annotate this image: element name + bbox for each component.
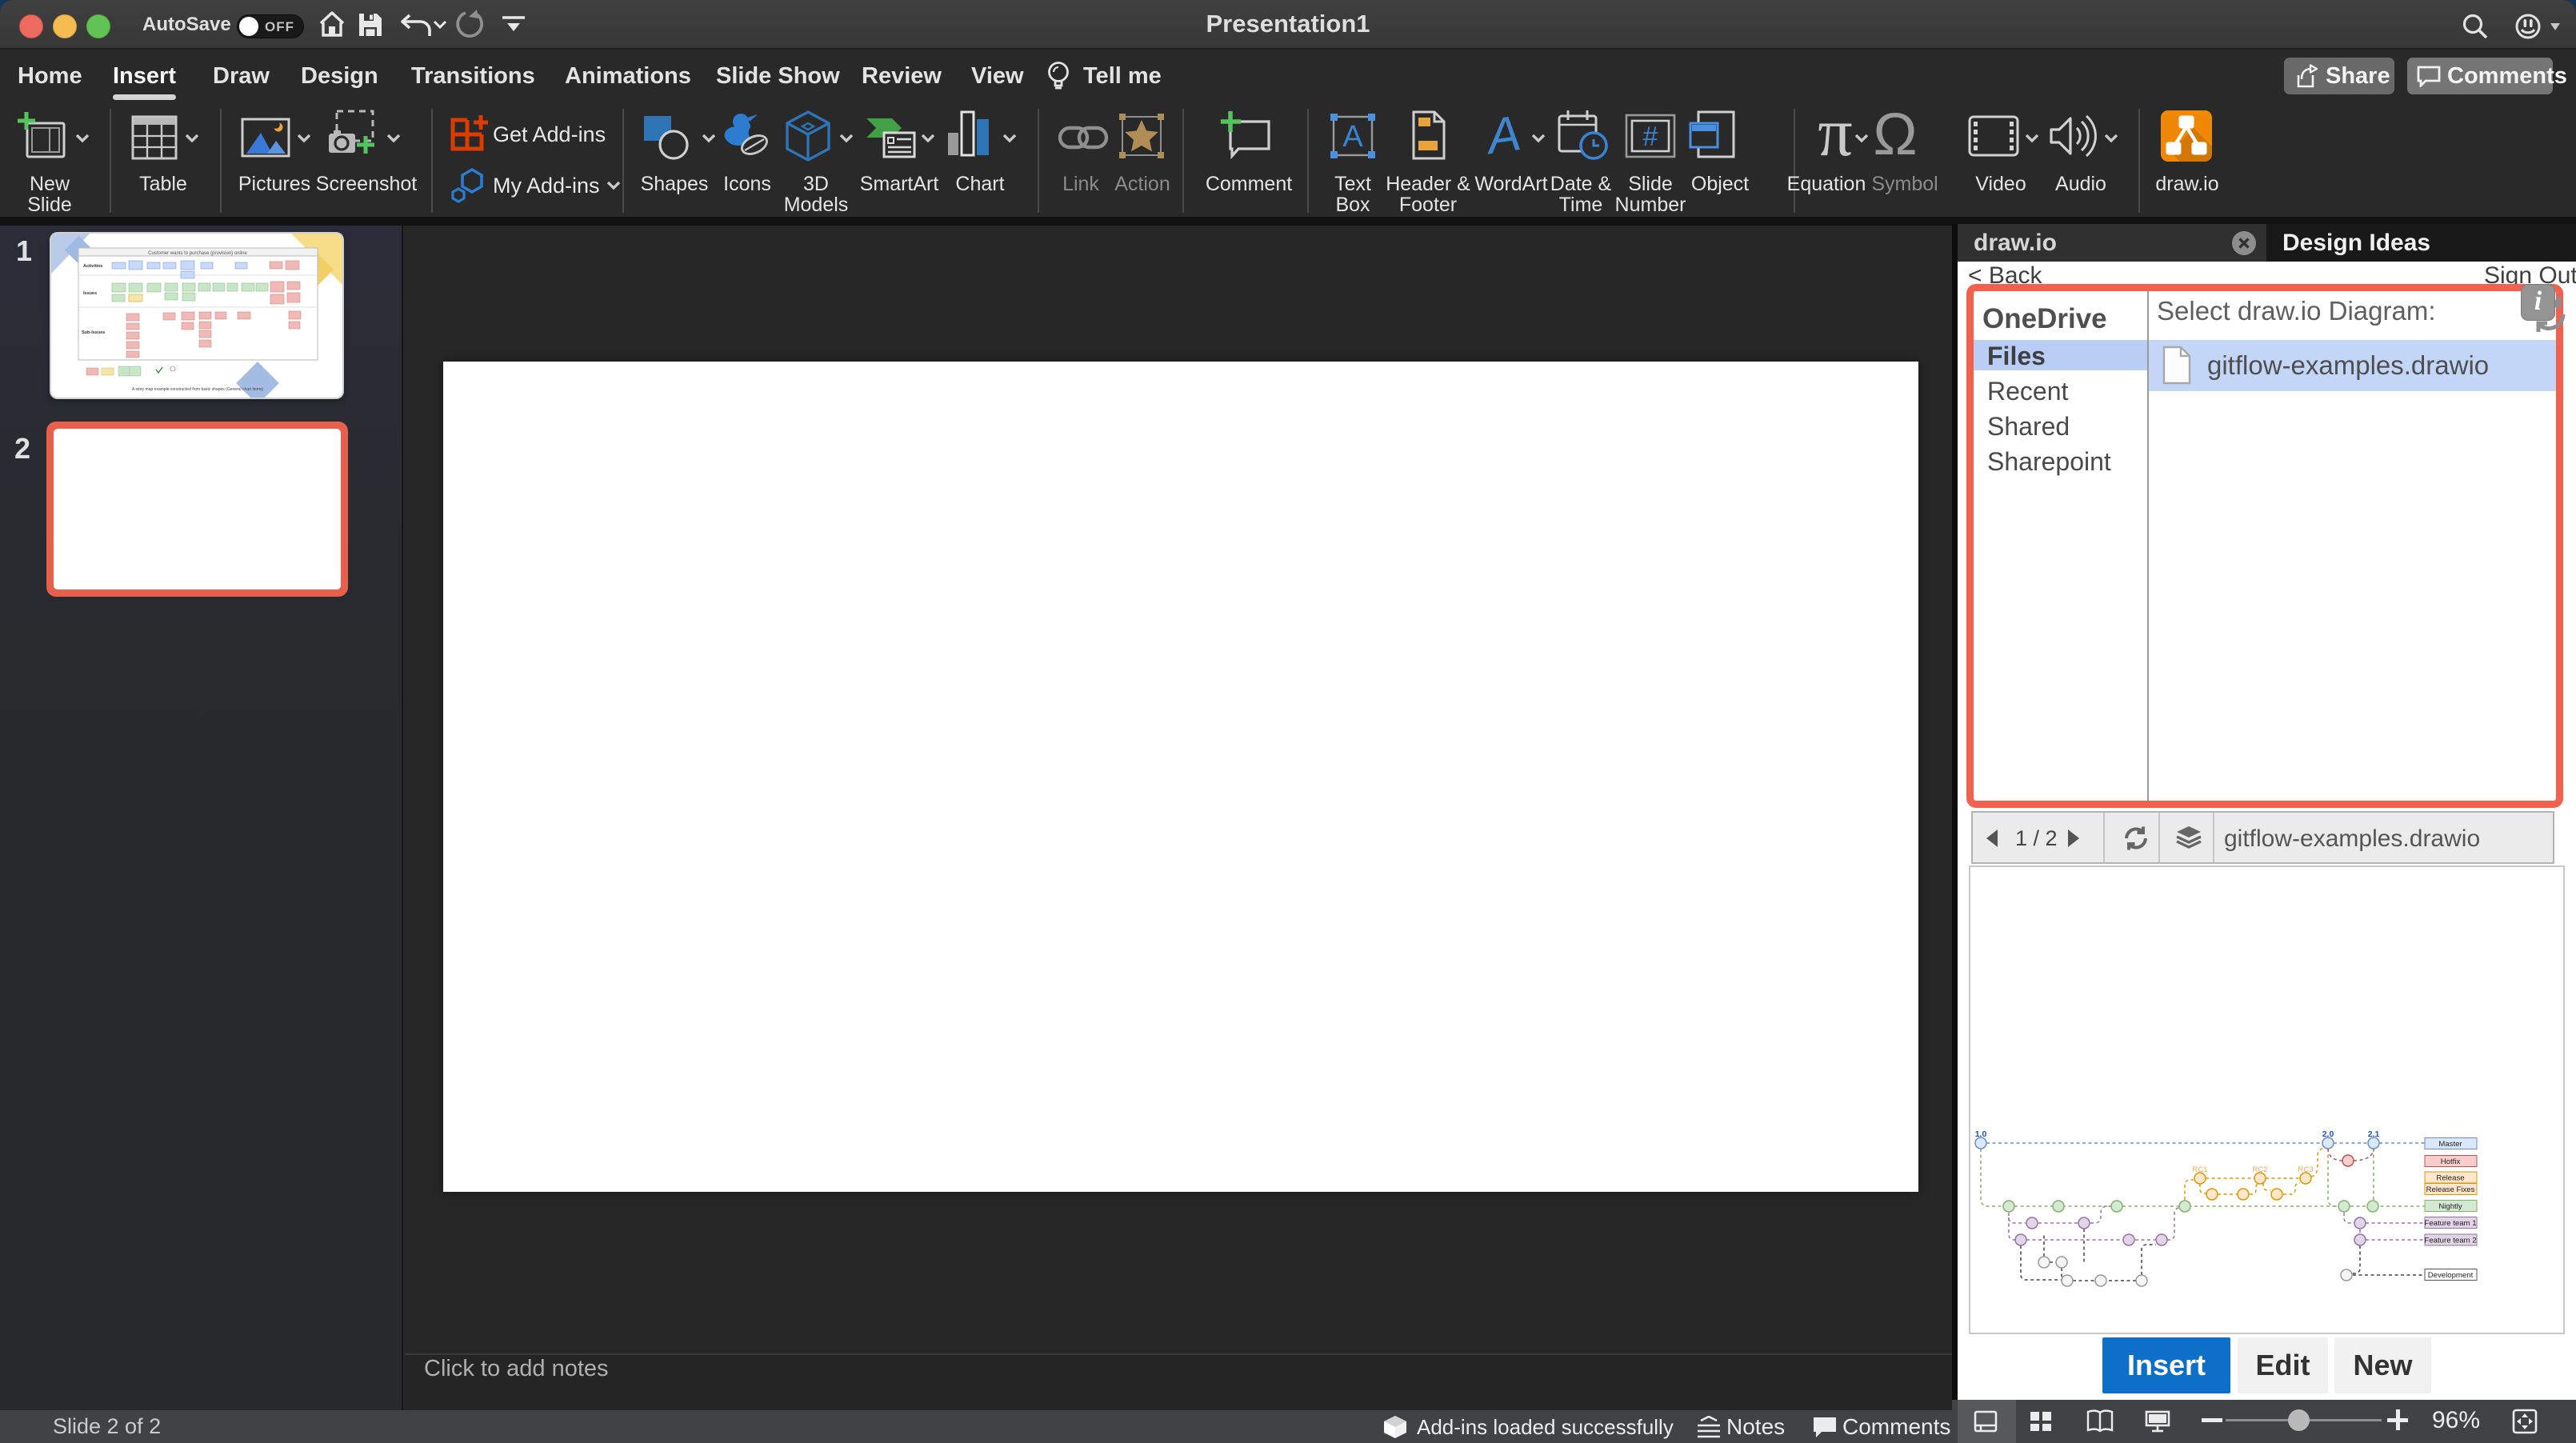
svg-text:RC1: RC1 bbox=[2192, 1165, 2207, 1174]
svg-text:Nightly: Nightly bbox=[2438, 1202, 2462, 1211]
svg-text:A story map example constructe: A story map example constructed from bas… bbox=[132, 387, 264, 392]
svg-text:Development: Development bbox=[2428, 1271, 2474, 1280]
svg-text:Activities: Activities bbox=[83, 264, 102, 269]
svg-text:A: A bbox=[1481, 109, 1525, 162]
svg-text:Feature team 1: Feature team 1 bbox=[2424, 1219, 2476, 1228]
svg-text:RC2: RC2 bbox=[2252, 1165, 2267, 1174]
svg-text:Hotfix: Hotfix bbox=[2441, 1157, 2461, 1166]
svg-text:Feature team 2: Feature team 2 bbox=[2424, 1237, 2476, 1245]
svg-text:Release: Release bbox=[2436, 1174, 2464, 1183]
svg-text:Master: Master bbox=[2438, 1140, 2462, 1149]
svg-text:2.1: 2.1 bbox=[2368, 1129, 2380, 1139]
svg-text:Issues: Issues bbox=[83, 291, 97, 296]
svg-text:#: # bbox=[1643, 122, 1658, 152]
svg-text:Sub-Issues: Sub-Issues bbox=[82, 330, 105, 335]
svg-text:2.0: 2.0 bbox=[2322, 1129, 2334, 1139]
svg-text:Customer wants to purchase (pr: Customer wants to purchase (provision) o… bbox=[148, 251, 247, 256]
svg-text:Release Fixes: Release Fixes bbox=[2426, 1185, 2475, 1194]
svg-text:RC3: RC3 bbox=[2298, 1165, 2313, 1174]
svg-text:A: A bbox=[1342, 120, 1363, 154]
svg-text:1.0: 1.0 bbox=[1975, 1129, 1987, 1139]
